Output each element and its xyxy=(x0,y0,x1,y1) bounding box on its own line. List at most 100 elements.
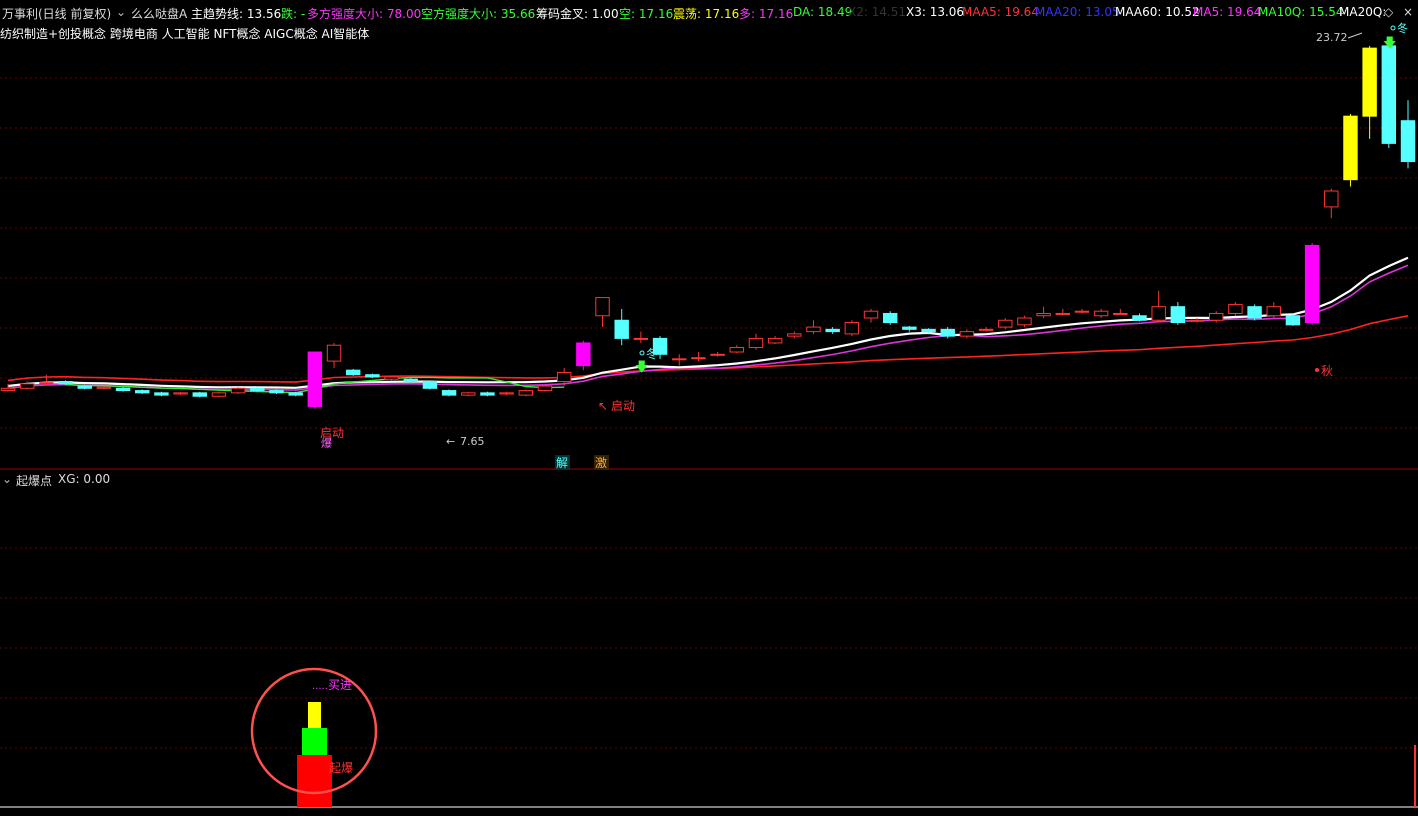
candle[interactable] xyxy=(480,392,495,396)
candle[interactable] xyxy=(1036,312,1051,317)
dropdown-icon[interactable]: ⌄ xyxy=(2,472,12,486)
indicator-name[interactable]: 么么哒盘A xyxy=(131,5,187,22)
candle[interactable] xyxy=(230,387,246,394)
candle[interactable] xyxy=(1381,45,1397,144)
candle[interactable] xyxy=(691,357,706,360)
candle[interactable] xyxy=(1209,312,1224,321)
concept-tags: 纺织制造+创投概念 跨境电商 人工智能 NFT概念 AIGC概念 AI智能体 xyxy=(0,27,370,41)
candle[interactable] xyxy=(365,374,380,378)
qibao-bar-red xyxy=(297,755,332,807)
start-label-1-echo: 爆 xyxy=(321,436,332,450)
header-item: 震荡: 17.16 xyxy=(673,7,740,21)
stock-title[interactable]: 万事利(日线 前复权) xyxy=(2,5,111,22)
candle[interactable] xyxy=(518,390,534,396)
candle[interactable] xyxy=(633,337,649,340)
candle[interactable] xyxy=(326,344,342,362)
min-price-label: 7.65 xyxy=(460,435,485,448)
candle[interactable] xyxy=(192,392,207,397)
candle[interactable] xyxy=(672,358,687,361)
candle[interactable] xyxy=(1170,306,1186,324)
candle[interactable] xyxy=(1324,190,1339,208)
candle[interactable] xyxy=(115,387,131,392)
candle[interactable] xyxy=(959,331,975,337)
candle[interactable] xyxy=(998,319,1013,328)
qibao-bar-yellow xyxy=(308,702,321,728)
candle[interactable] xyxy=(0,387,16,392)
candle[interactable] xyxy=(1247,306,1262,319)
candle[interactable] xyxy=(288,392,303,396)
candle[interactable] xyxy=(1074,310,1090,313)
candle[interactable] xyxy=(1132,315,1147,321)
dropdown-icon[interactable]: ⌄ xyxy=(116,5,126,19)
sub-panel-title[interactable]: 起爆点 xyxy=(16,472,52,489)
candle[interactable] xyxy=(1362,47,1377,117)
start-arrow: ↖ xyxy=(598,399,608,413)
candle[interactable] xyxy=(211,392,227,397)
candle[interactable] xyxy=(556,371,572,383)
candle[interactable] xyxy=(345,369,361,376)
candle[interactable] xyxy=(729,346,744,353)
candle[interactable] xyxy=(921,328,936,333)
candle[interactable] xyxy=(978,328,994,331)
candle[interactable] xyxy=(154,392,169,396)
close-icon[interactable]: × xyxy=(1403,5,1413,19)
moving-averages xyxy=(7,256,1409,394)
candle[interactable] xyxy=(1228,303,1243,314)
candle[interactable] xyxy=(595,297,610,317)
candle[interactable] xyxy=(710,353,725,356)
candle[interactable] xyxy=(1189,319,1205,322)
candle[interactable] xyxy=(748,337,764,348)
min-price-arrow: ← xyxy=(446,435,455,448)
candle[interactable] xyxy=(902,326,917,330)
candle[interactable] xyxy=(461,392,476,396)
qibao-label: 起爆 xyxy=(329,761,353,775)
candle[interactable] xyxy=(576,342,591,367)
candle[interactable] xyxy=(77,385,92,389)
candle[interactable] xyxy=(537,385,553,392)
candle[interactable] xyxy=(19,383,35,389)
start-label-2: 启动 xyxy=(611,399,635,413)
header-item: MA5: 19.64 xyxy=(1193,5,1262,19)
candle[interactable] xyxy=(96,386,112,389)
candle[interactable] xyxy=(499,392,514,395)
header-item: X2: 14.51 xyxy=(848,5,907,19)
candle[interactable] xyxy=(307,351,323,407)
candle[interactable] xyxy=(806,326,821,333)
candle[interactable] xyxy=(173,392,188,395)
candle[interactable] xyxy=(422,381,438,389)
candle[interactable] xyxy=(1266,306,1281,317)
candle[interactable] xyxy=(652,337,668,355)
candle[interactable] xyxy=(269,390,284,394)
header-item: DA: 18.49 xyxy=(793,5,853,19)
candle[interactable] xyxy=(1400,120,1416,163)
candle[interactable] xyxy=(1017,317,1032,326)
candle[interactable] xyxy=(1285,315,1301,326)
candle[interactable] xyxy=(384,376,399,380)
candle[interactable] xyxy=(1151,306,1166,321)
diamond-icon[interactable]: ◇ xyxy=(1384,5,1393,19)
candle[interactable] xyxy=(844,322,860,335)
candle[interactable] xyxy=(1055,312,1071,315)
candle[interactable] xyxy=(403,378,418,383)
candle[interactable] xyxy=(135,390,150,394)
candle[interactable] xyxy=(614,319,629,339)
candle[interactable] xyxy=(1304,244,1320,324)
header-item: MA10Q: 15.54 xyxy=(1258,5,1344,19)
candle[interactable] xyxy=(39,382,54,385)
candle[interactable] xyxy=(1113,312,1128,315)
candle[interactable] xyxy=(1343,115,1358,181)
candle[interactable] xyxy=(250,387,265,392)
candle[interactable] xyxy=(787,333,802,337)
max-price-label: 23.72 xyxy=(1316,31,1348,44)
annotations: 23.72 7.65 ← 启动 爆 启动 ↖ 解 激 冬 🡇 冬 🡇 秋 xyxy=(320,21,1408,470)
candle[interactable] xyxy=(1093,310,1109,317)
chart-canvas[interactable]: 23.72 7.65 ← 启动 爆 启动 ↖ 解 激 冬 🡇 冬 🡇 秋 买进 … xyxy=(0,0,1418,816)
candle[interactable] xyxy=(825,328,840,333)
candle[interactable] xyxy=(441,390,457,396)
highlight-circle xyxy=(250,667,378,795)
candle[interactable] xyxy=(882,312,898,324)
candle[interactable] xyxy=(58,381,73,385)
candle[interactable] xyxy=(767,337,783,344)
candle[interactable] xyxy=(863,310,879,319)
candle[interactable] xyxy=(940,328,955,337)
